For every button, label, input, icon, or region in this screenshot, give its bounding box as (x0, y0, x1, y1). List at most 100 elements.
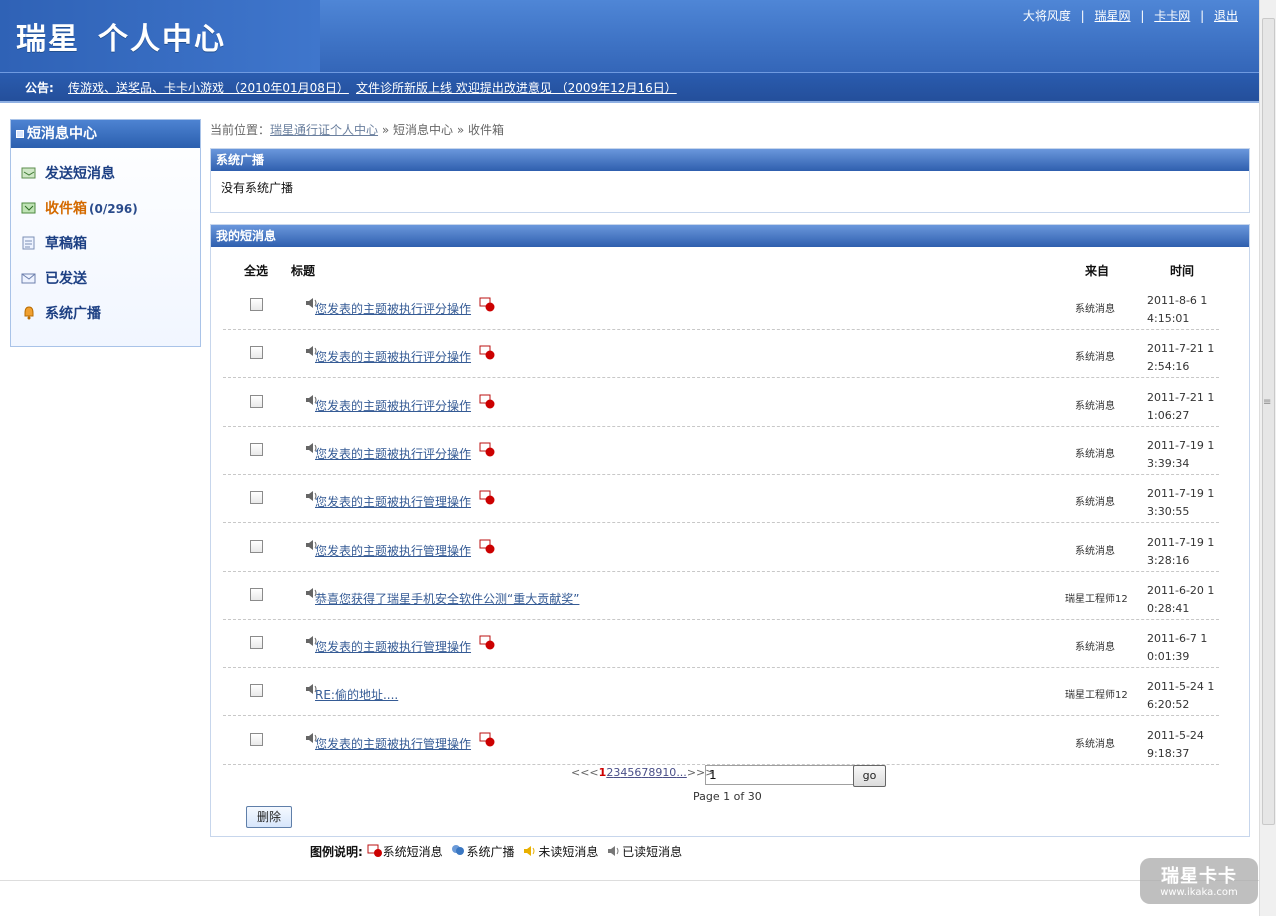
pager-more[interactable]: ... (676, 766, 687, 779)
breadcrumb-separator: » (456, 123, 465, 137)
message-checkbox[interactable] (250, 539, 263, 553)
ikaka-watermark: 瑞星卡卡 www.ikaka.com (1140, 858, 1258, 904)
message-row: 您发表的主题被执行管理操作 系统消息 2011-7-19 13:28:16 (223, 523, 1219, 572)
message-checkbox[interactable] (250, 684, 263, 698)
message-title-link[interactable]: 您发表的主题被执行评分操作 (315, 397, 471, 414)
notice-label: 公告: (25, 81, 54, 95)
message-time: 2011-7-19 13:30:55 (1147, 487, 1215, 519)
message-title-link[interactable]: 您发表的主题被执行管理操作 (315, 542, 471, 559)
legend-text: 系统短消息 (382, 845, 443, 859)
message-checkbox[interactable] (250, 491, 263, 505)
sidebar-title: 短消息中心 (11, 120, 200, 148)
message-time: 2011-6-20 10:28:41 (1147, 583, 1215, 615)
message-from: 系统消息 (1075, 497, 1115, 509)
delete-button[interactable]: 删除 (246, 806, 292, 828)
select-all-header[interactable]: 全选 (244, 262, 268, 279)
message-row: 您发表的主题被执行评分操作 系统消息 2011-7-21 11:06:27 (223, 378, 1219, 427)
message-title-link[interactable]: RE:偷的地址.... (315, 686, 398, 703)
sidebar-item-label: 发送短消息 (45, 166, 115, 182)
page-info: Page 1 of 30 (693, 790, 762, 803)
message-checkbox[interactable] (250, 298, 263, 311)
system-message-icon (479, 442, 495, 457)
message-time: 2011-7-19 13:28:16 (1147, 535, 1215, 567)
message-from: 系统消息 (1075, 304, 1115, 315)
legend-unread: 未读短消息 (522, 843, 598, 860)
message-from: 系统消息 (1075, 400, 1115, 412)
sidebar-item-sent[interactable]: 已发送 (21, 266, 87, 292)
message-title-link[interactable]: 您发表的主题被执行评分操作 (315, 300, 471, 317)
breadcrumb-item: 收件箱 (468, 123, 505, 137)
message-checkbox[interactable] (250, 587, 263, 601)
message-title-link[interactable]: 您发表的主题被执行评分操作 (315, 445, 471, 462)
sidebar: 短消息中心 发送短消息 收件箱 (0/296) 草稿箱 已发送 系统广播 (10, 119, 201, 347)
separator: | (1200, 9, 1205, 23)
pager: <<<12345678910...>>> (571, 766, 714, 779)
message-from: 系统消息 (1075, 642, 1115, 654)
go-button[interactable]: go (853, 765, 886, 787)
legend-text: 系统广播 (466, 845, 515, 859)
legend-text: 已读短消息 (622, 845, 683, 859)
pager-prev[interactable]: <<< (571, 766, 599, 779)
message-row: 恭喜您获得了瑞星手机安全软件公测“重大贡献奖” 瑞星工程师12 2011-6-20 … (223, 571, 1219, 620)
message-checkbox[interactable] (250, 636, 263, 650)
page-goto-input[interactable]: 1 (705, 765, 855, 785)
footer-divider (0, 880, 1260, 881)
top-links: 大将风度 | 瑞星网 | 卡卡网 | 退出 (1023, 7, 1238, 24)
pager-page[interactable]: 10 (662, 766, 676, 779)
system-message-icon (479, 394, 495, 409)
broadcast-empty-text: 没有系统广播 (221, 181, 294, 195)
logout-link[interactable]: 退出 (1214, 9, 1238, 23)
notice-link[interactable]: 文件诊所新版上线 欢迎提出改进意见 （2009年12月16日） (356, 79, 677, 96)
message-from: 系统消息 (1075, 352, 1115, 364)
system-message-icon (479, 539, 495, 553)
message-title-link[interactable]: 恭喜您获得了瑞星手机安全软件公测“重大贡献奖” (315, 590, 579, 607)
notice-link[interactable]: 传游戏、送奖品、卡卡小游戏 （2010年01月08日） (68, 79, 349, 96)
title-header: 标题 (291, 264, 316, 278)
message-time: 2011-5-24 16:20:52 (1147, 680, 1215, 712)
sidebar-item-broadcast[interactable]: 系统广播 (21, 301, 101, 327)
logo[interactable]: 瑞星 个人中心 (16, 14, 226, 58)
breadcrumb-home[interactable]: 瑞星通行证个人中心 (270, 123, 378, 137)
notice-bar: 公告: 传游戏、送奖品、卡卡小游戏 （2010年01月08日） 文件诊所新版上线… (0, 72, 1260, 103)
kaka-link[interactable]: 卡卡网 (1154, 9, 1190, 23)
message-title-link[interactable]: 您发表的主题被执行管理操作 (315, 638, 471, 655)
message-title-link[interactable]: 您发表的主题被执行评分操作 (315, 348, 471, 365)
from-header: 来自 (1085, 264, 1110, 278)
legend-broadcast: 系统广播 (450, 843, 515, 860)
message-row: 您发表的主题被执行评分操作 系统消息 2011-7-21 12:54:16 (223, 329, 1219, 379)
sidebar-item-draft[interactable]: 草稿箱 (21, 231, 87, 257)
message-title-link[interactable]: 您发表的主题被执行管理操作 (315, 493, 471, 510)
message-checkbox[interactable] (250, 442, 263, 456)
message-title-link[interactable]: 您发表的主题被执行管理操作 (315, 735, 471, 752)
message-row: 您发表的主题被执行管理操作 系统消息 2011-7-19 13:30:55 (223, 474, 1219, 524)
scroll-thumb[interactable] (1262, 18, 1275, 825)
message-time: 2011-7-21 12:54:16 (1147, 342, 1215, 374)
sidebar-item-inbox[interactable]: 收件箱 (0/296) (21, 196, 138, 222)
separator: | (1140, 9, 1145, 23)
message-from: 瑞星工程师12 (1065, 690, 1128, 702)
sidebar-item-send[interactable]: 发送短消息 (21, 161, 115, 187)
unread-speaker-icon (524, 846, 535, 856)
sidebar-item-label: 收件箱 (45, 201, 87, 217)
system-message-icon (479, 635, 495, 650)
separator: | (1080, 9, 1085, 23)
panel-title: 系统广播 (211, 149, 1249, 171)
breadcrumb-separator: » (381, 123, 390, 137)
message-time: 2011-7-21 11:06:27 (1147, 390, 1215, 422)
header: 瑞星 个人中心 大将风度 | 瑞星网 | 卡卡网 | 退出 (0, 0, 1260, 72)
user-name: 大将风度 (1022, 9, 1071, 23)
message-checkbox[interactable] (250, 346, 263, 360)
message-row: 您发表的主题被执行管理操作 系统消息 2011-6-7 10:01:39 (223, 619, 1219, 669)
message-time: 2011-7-19 13:39:34 (1147, 438, 1215, 470)
scrollbar[interactable]: ≡ (1259, 0, 1276, 916)
rising-link[interactable]: 瑞星网 (1095, 9, 1131, 23)
broadcast-icon (24, 306, 34, 320)
message-row: 您发表的主题被执行评分操作 系统消息 2011-8-6 14:15:01 (223, 281, 1219, 330)
legend: 图例说明: 系统短消息 系统广播 未读短消息 已读短消息 (310, 843, 686, 860)
message-checkbox[interactable] (250, 394, 263, 408)
message-from: 瑞星工程师12 (1065, 593, 1128, 605)
message-time: 2011-8-6 14:15:01 (1147, 294, 1208, 325)
broadcast-panel: 系统广播 没有系统广播 (210, 148, 1250, 213)
message-checkbox[interactable] (250, 732, 263, 746)
legend-system-message: 系统短消息 (367, 843, 443, 860)
